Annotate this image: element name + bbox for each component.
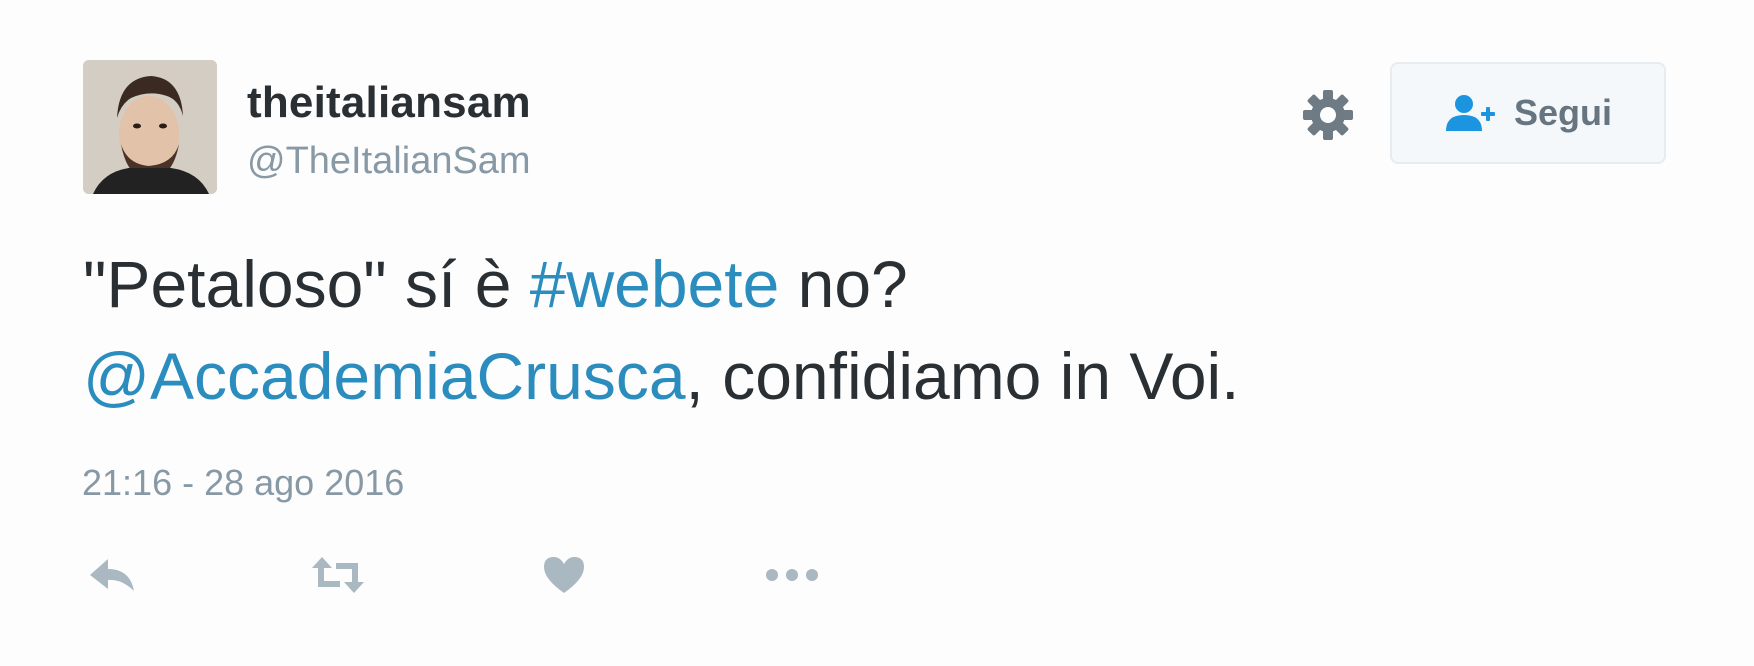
- tweet-text-line-1: "Petaloso" sí è #webete no?: [83, 238, 1643, 330]
- tweet-text-segment: , confidiamo in Voi.: [685, 339, 1240, 413]
- tweet-text: "Petaloso" sí è #webete no? @AccademiaCr…: [83, 238, 1643, 422]
- tweet-text-line-2: @AccademiaCrusca, confidiamo in Voi.: [83, 330, 1643, 422]
- retweet-icon: [312, 557, 364, 593]
- hashtag-link[interactable]: #webete: [530, 247, 780, 321]
- avatar[interactable]: [83, 60, 217, 194]
- gear-icon[interactable]: [1300, 87, 1356, 143]
- display-name[interactable]: theitaliansam: [247, 78, 531, 128]
- more-button[interactable]: [764, 548, 820, 602]
- mention-link[interactable]: @AccademiaCrusca: [83, 339, 686, 413]
- follow-button[interactable]: Segui: [1390, 62, 1666, 164]
- user-handle[interactable]: @TheItalianSam: [247, 140, 531, 183]
- follow-button-label: Segui: [1513, 92, 1612, 133]
- like-button[interactable]: [542, 548, 586, 602]
- reply-icon: [90, 559, 134, 591]
- tweet-text-segment: no?: [779, 247, 908, 321]
- retweet-button[interactable]: [310, 548, 366, 602]
- tweet-timestamp[interactable]: 21:16 - 28 ago 2016: [82, 462, 404, 504]
- tweet-text-segment: "Petaloso" sí è: [83, 247, 530, 321]
- reply-button[interactable]: [88, 548, 136, 602]
- tweet-card: theitaliansam @TheItalianSam Segui "Peta…: [0, 0, 1754, 666]
- add-user-icon: [1445, 95, 1495, 131]
- avatar-photo: [83, 60, 217, 194]
- heart-icon: [544, 557, 584, 593]
- more-dots-icon: [766, 569, 818, 581]
